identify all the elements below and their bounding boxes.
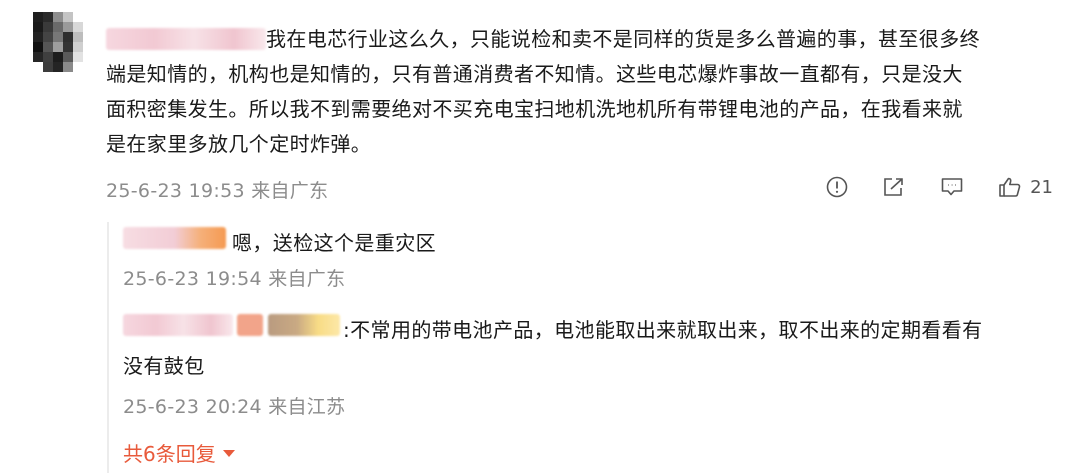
reply-mention-redacted[interactable] <box>268 314 340 336</box>
reply-timestamp-location: 25-6-23 19:54 来自广东 <box>123 268 346 290</box>
more-replies-link[interactable]: 共6条回复 <box>123 438 235 467</box>
like-button[interactable]: 21 <box>998 176 1053 198</box>
commenter-avatar[interactable] <box>33 12 83 72</box>
reply-icon <box>941 178 963 196</box>
reply-text-line: :不常用的带电池产品，电池能取出来就取出来，取不出来的定期看看有 <box>343 318 983 342</box>
share-icon <box>884 178 903 196</box>
like-count: 21 <box>1030 176 1053 198</box>
more-replies-label: 共6条回复 <box>123 442 216 466</box>
reply-timestamp-location: 25-6-23 20:24 来自江苏 <box>123 396 346 418</box>
comment-actions: 21 <box>792 176 1053 198</box>
reply-thread-line <box>107 222 109 473</box>
comment-text-line: 端是知情的，机构也是知情的，只有普通消费者不知情。这些电芯爆炸事故一直都有，只是… <box>106 62 963 86</box>
report-icon <box>826 176 848 198</box>
caret-down-icon <box>222 450 235 457</box>
comment-text-line: 面积密集发生。所以我不到需要绝对不买充电宝扫地机洗地机所有带锂电池的产品，在我看… <box>106 97 963 121</box>
reply-button[interactable] <box>940 176 964 198</box>
report-button[interactable] <box>826 176 848 198</box>
comment-text-line: 是在家里多放几个定时炸弹。 <box>106 132 372 156</box>
share-button[interactable] <box>882 176 906 198</box>
comment-text-line: 我在电芯行业这么久，只能说检和卖不是同样的货是多么普遍的事，甚至很多终 <box>266 27 980 51</box>
reply-mention-redacted[interactable] <box>237 314 263 336</box>
comment-body: 我在电芯行业这么久，只能说检和卖不是同样的货是多么普遍的事，甚至很多终 端是知情… <box>106 22 1056 162</box>
reply-text-line: 没有鼓包 <box>123 354 205 378</box>
comment-timestamp-location: 25-6-23 19:53 来自广东 <box>106 180 329 202</box>
reply-author-redacted[interactable] <box>123 227 226 249</box>
reply-author-redacted[interactable] <box>123 314 233 336</box>
like-icon <box>999 177 1021 197</box>
reply-text: 嗯，送检这个是重灾区 <box>232 231 436 255</box>
